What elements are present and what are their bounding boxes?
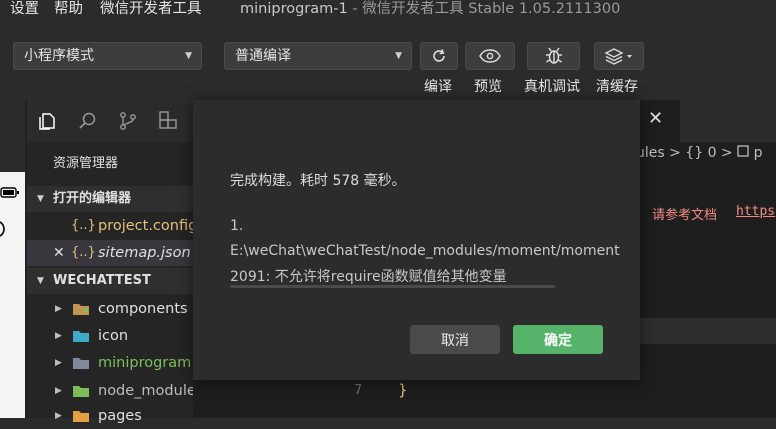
window-title: miniprogram-1 - 微信开发者工具 Stable 1.05.2111… — [240, 0, 620, 18]
mode-select-value: 小程序模式 — [24, 48, 94, 64]
folder-icon — [73, 386, 89, 397]
close-icon[interactable]: ✕ — [53, 240, 65, 266]
activity-bar — [27, 100, 193, 142]
folder-icon — [73, 358, 89, 369]
menu-devtools[interactable]: 微信开发者工具 — [100, 0, 202, 20]
chevron-down-icon: ▼ — [37, 194, 44, 204]
folder-name: components — [98, 301, 188, 317]
file-icon — [737, 145, 749, 157]
menu-help[interactable]: 帮助 — [54, 0, 83, 20]
refresh-icon — [433, 49, 445, 62]
folder-icon — [73, 304, 89, 315]
project-name: miniprogram-1 — [240, 1, 348, 17]
chevron-right-icon: ▶ — [55, 386, 62, 396]
line-number: 7 — [354, 383, 363, 398]
folder-name: icon — [98, 328, 129, 344]
open-editor-item[interactable]: {..} project.config — [27, 213, 193, 239]
warning-text: 请参考文档 — [652, 208, 718, 223]
workspace-header[interactable]: ▼ WECHATTEST — [27, 268, 193, 294]
layers-icon — [604, 48, 632, 65]
dialog-message: 完成构建。耗时 578 毫秒。 — [230, 173, 406, 189]
doc-link[interactable]: https — [736, 204, 775, 219]
dialog-detail-line: 1. — [230, 218, 244, 234]
open-editors-header[interactable]: ▼ 打开的编辑器 — [27, 186, 193, 212]
chevron-down-icon: ▼ — [395, 51, 402, 61]
bug-icon — [545, 47, 562, 64]
mode-select[interactable]: 小程序模式 ▼ — [13, 42, 202, 70]
simulator-screen — [0, 172, 25, 418]
compile-button[interactable] — [420, 42, 458, 70]
extensions-icon[interactable] — [158, 111, 178, 131]
dialog-detail-line: E:\weChat\weChatTest/node_modules/moment… — [230, 243, 620, 259]
explorer-title: 资源管理器 — [53, 156, 119, 171]
json-file-icon: {..} — [71, 218, 96, 233]
chevron-down-icon: ▼ — [37, 276, 44, 286]
search-icon[interactable] — [78, 111, 98, 131]
compile-select-value: 普通编译 — [235, 48, 291, 64]
chevron-right-icon: ▶ — [55, 304, 62, 314]
folder-icon — [73, 331, 89, 342]
cancel-button[interactable]: 取消 — [410, 325, 500, 354]
file-name: sitemap.json — [98, 245, 191, 261]
preview-label: 预览 — [474, 79, 502, 95]
chevron-right-icon: ▶ — [55, 331, 62, 341]
compile-select[interactable]: 普通编译 ▼ — [224, 42, 412, 70]
toolbar: 小程序模式 ▼ 普通编译 ▼ 编译 预览 真机调试 清缓存 — [0, 28, 776, 100]
code-text[interactable]: } — [398, 381, 408, 399]
open-editor-item[interactable]: ✕ {..} sitemap.json — [27, 240, 193, 266]
detail-scrollbar[interactable] — [230, 285, 555, 288]
folder-name: miniprogram — [98, 355, 192, 371]
chevron-down-icon: ▼ — [185, 51, 192, 61]
chevron-right-icon: ▶ — [55, 411, 62, 421]
remote-debug-button[interactable] — [527, 42, 580, 70]
confirm-button[interactable]: 确定 — [513, 325, 603, 354]
dialog-detail-line: 2091: 不允许将require函数赋值给其他变量 — [230, 269, 507, 285]
title-bar: 设置 帮助 微信开发者工具 miniprogram-1 - 微信开发者工具 St… — [0, 0, 776, 28]
title-separator: - — [347, 1, 363, 17]
chevron-right-icon: ▶ — [55, 358, 62, 368]
menu-settings[interactable]: 设置 — [10, 0, 39, 20]
preview-button[interactable] — [465, 42, 515, 70]
current-line-highlight — [640, 318, 776, 344]
eye-icon — [479, 49, 501, 63]
remote-debug-label: 真机调试 — [524, 79, 580, 95]
breadcrumb[interactable]: ules > {} 0 > p — [636, 145, 762, 161]
folder-name: pages — [98, 408, 142, 424]
folder-name: node_modules — [98, 383, 193, 399]
tree-item-folder[interactable]: ▶ miniprogram — [27, 350, 193, 376]
json-file-icon: {..} — [71, 245, 96, 260]
tree-item-folder[interactable]: ▶ node_modules — [27, 378, 193, 404]
source-control-icon[interactable] — [118, 111, 138, 131]
clear-cache-label: 清缓存 — [596, 79, 638, 95]
clear-cache-button[interactable] — [594, 42, 644, 70]
folder-icon — [73, 411, 89, 422]
tree-item-folder[interactable]: ▶ components — [27, 296, 193, 322]
battery-icon — [0, 187, 19, 198]
tree-item-folder[interactable]: ▶ icon — [27, 323, 193, 349]
capsule-button-icon[interactable] — [0, 218, 8, 240]
file-name: project.config — [98, 218, 193, 234]
files-icon[interactable] — [37, 111, 57, 131]
compile-label: 编译 — [424, 79, 452, 95]
close-icon[interactable]: ✕ — [648, 108, 663, 129]
tree-item-folder[interactable]: ▶ pages — [27, 403, 193, 429]
app-version: 微信开发者工具 Stable 1.05.2111300 — [362, 1, 621, 17]
